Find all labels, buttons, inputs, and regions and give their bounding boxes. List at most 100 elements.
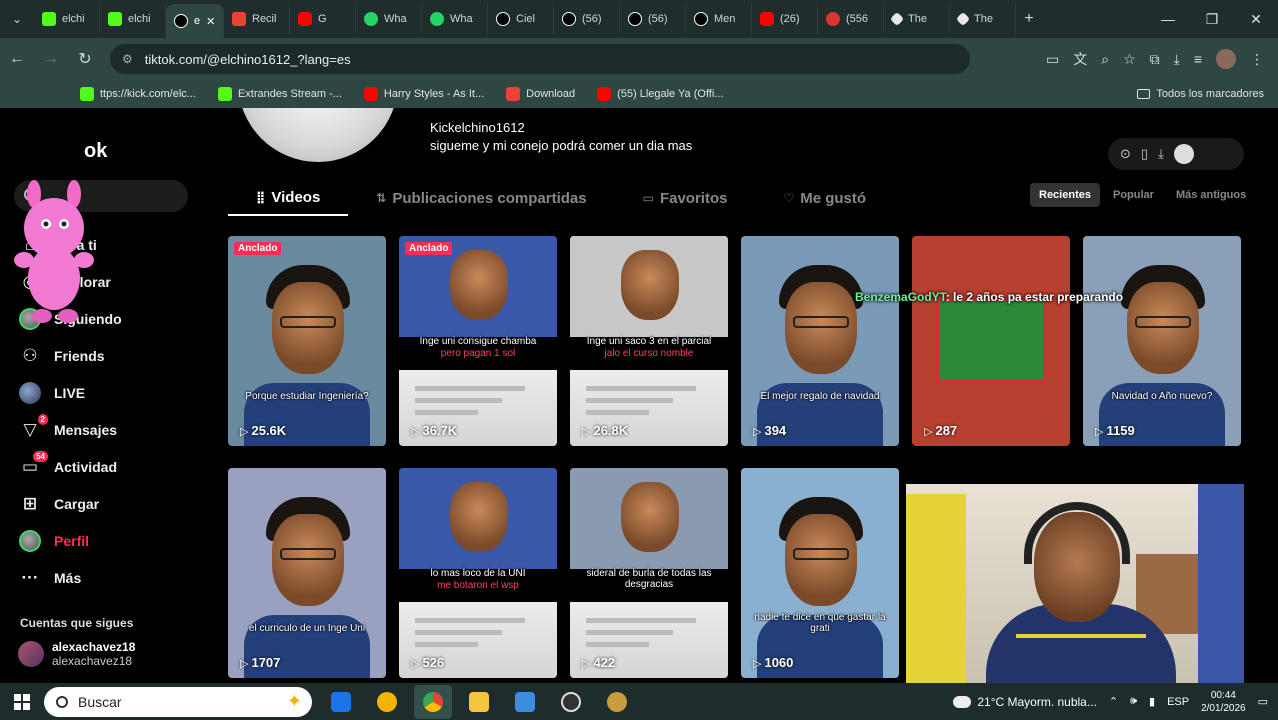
bookmark-item[interactable]: Extrandes Stream -...	[217, 87, 342, 101]
reload-button[interactable]: ↻	[68, 49, 102, 69]
thumbnail-person	[620, 250, 679, 321]
thumbnail-person	[272, 514, 345, 607]
profile-picture[interactable]	[238, 108, 398, 162]
league-app-icon[interactable]	[598, 685, 636, 719]
video-card[interactable]: Anclado Inge uni consigue chamba pero paga…	[399, 236, 557, 446]
bookmark-star-icon[interactable]: ☆	[1123, 51, 1136, 68]
browser-tab[interactable]: Ciel	[488, 4, 554, 34]
bookmark-item[interactable]: Download	[506, 87, 575, 101]
browser-tab[interactable]: Men	[686, 4, 752, 34]
obs-app-icon[interactable]	[552, 685, 590, 719]
tab-publicaciones-compartidas[interactable]: ⇅ Publicaciones compartidas	[348, 180, 614, 216]
extensions-icon[interactable]: ⧉	[1150, 51, 1160, 68]
video-card[interactable]: sideral de burla de todas las desgracias…	[570, 468, 728, 678]
browser-tab[interactable]: (556	[818, 4, 884, 34]
sort-option[interactable]: Recientes	[1030, 183, 1100, 207]
browser-tab[interactable]: (26)	[752, 4, 818, 34]
video-card[interactable]: el curriculo de un Inge Uni ▷ 1707	[228, 468, 386, 678]
browser-tab[interactable]: Recil	[224, 4, 290, 34]
tab-label: (556	[846, 13, 869, 25]
tab-favicon-icon	[562, 12, 576, 26]
bookmark-item[interactable]: ttps://kick.com/elc...	[80, 87, 196, 101]
medal-app-icon[interactable]	[368, 685, 406, 719]
volume-icon[interactable]: 🕪	[1130, 695, 1137, 708]
browser-tab[interactable]: G	[290, 4, 356, 34]
outlook-app-icon[interactable]	[322, 685, 360, 719]
pinned-badge: Anclado	[405, 242, 453, 255]
sidebar-item-perfil[interactable]: Perfil	[18, 522, 122, 559]
forward-button[interactable]: →	[34, 50, 68, 68]
weather-widget[interactable]: 21°C Mayorm. nubla...	[949, 690, 1097, 709]
notification-badge: 2	[37, 413, 48, 425]
tab-me-gust-[interactable]: ♡ Me gustó	[755, 180, 894, 216]
microphone-icon[interactable]: ▮	[1149, 695, 1155, 708]
zoom-icon[interactable]: ⌕	[1101, 51, 1109, 68]
browser-tab[interactable]: (56)	[554, 4, 620, 34]
sidebar-item-live[interactable]: LIVE	[18, 374, 122, 411]
following-account[interactable]: alexachavez18 alexachavez18	[18, 640, 135, 668]
file-explorer-icon[interactable]	[460, 685, 498, 719]
taskbar-search-input[interactable]: Buscar ✦	[44, 686, 312, 717]
video-card[interactable]: ▷ 287	[912, 236, 1070, 446]
browser-tab[interactable]: The	[884, 4, 950, 34]
settings-icon[interactable]: ⊙	[1120, 146, 1131, 162]
tab-favoritos[interactable]: ▭ Favoritos	[615, 180, 756, 216]
video-card[interactable]: Navidad o Año nuevo? ▷ 1159	[1083, 236, 1241, 446]
language-indicator[interactable]: ESP	[1167, 696, 1189, 708]
download-icon[interactable]: ⤓	[1174, 51, 1180, 68]
browser-tab[interactable]: elchi	[100, 4, 166, 34]
chrome-app-icon[interactable]	[414, 684, 452, 719]
sidebar-item-cargar[interactable]: ⊞ Cargar	[18, 485, 122, 522]
translate-icon[interactable]: 文	[1073, 49, 1087, 69]
profile-avatar[interactable]	[1216, 49, 1236, 69]
browser-tab[interactable]: The	[950, 4, 1016, 34]
close-window-button[interactable]: ✕	[1234, 0, 1278, 38]
site-info-icon[interactable]: ⚙	[122, 52, 133, 66]
notification-icon[interactable]: ▭	[1258, 695, 1268, 708]
browser-tab[interactable]: elchi	[34, 4, 100, 34]
video-card[interactable]: El mejor regalo de navidad ▷ 394	[741, 236, 899, 446]
sidebar-item-friends[interactable]: ⚇ Friends	[18, 337, 122, 374]
bookmark-item[interactable]: (55) Llegale Ya (Offi...	[597, 87, 723, 101]
sort-option[interactable]: Popular	[1104, 183, 1163, 207]
video-card[interactable]: lo mas loco de la UNI me botaron el wsp ▷ 5…	[399, 468, 557, 678]
webcam-jersey-stripe	[1016, 634, 1146, 638]
close-tab-icon[interactable]: ✕	[206, 15, 215, 28]
account-avatar[interactable]	[1173, 144, 1194, 164]
video-card[interactable]: Inge uni saco 3 en el parcial jalo el cur…	[570, 236, 728, 446]
play-icon: ▷	[924, 426, 933, 438]
tab-videos[interactable]: ⣿ Videos	[228, 180, 349, 216]
minimize-button[interactable]: —	[1146, 0, 1190, 38]
media-control-icon[interactable]: ≡	[1194, 51, 1202, 67]
video-card[interactable]: nadie te dice en que gastar la grati ▷ 106…	[741, 468, 899, 678]
sidebar-item-m-s[interactable]: ··· Más	[18, 559, 122, 596]
taskbar-apps	[322, 684, 636, 719]
browser-tab[interactable]: Wha	[422, 4, 488, 34]
start-button[interactable]	[0, 693, 44, 710]
tiktok-logo[interactable]: ok	[84, 140, 107, 163]
download-icon[interactable]: ⤓	[1158, 146, 1164, 162]
browser-tab[interactable]: Wha	[356, 4, 422, 34]
video-card[interactable]: Anclado Porque estudiar Ingeniería? ▷ 25.6K	[228, 236, 386, 446]
sidebar-item-mensajes[interactable]: ▽ 2 Mensajes	[18, 411, 122, 448]
cast-icon[interactable]: ▭	[1046, 51, 1059, 68]
bookmark-item[interactable]: Harry Styles - As It...	[363, 87, 485, 101]
sidebar-item-actividad[interactable]: ▭ 54 Actividad	[18, 448, 122, 485]
weather-text: 21°C Mayorm. nubla...	[977, 694, 1097, 709]
tab-search-menu[interactable]: ⌄	[0, 0, 34, 38]
new-tab-button[interactable]: +	[1016, 10, 1042, 28]
kebab-menu-icon[interactable]: ⋮	[1250, 51, 1264, 68]
clock[interactable]: 00:44 2/01/2026	[1201, 689, 1246, 715]
tray-chevron-icon[interactable]: ⌃	[1109, 695, 1118, 708]
url-input[interactable]: ⚙ tiktok.com/@elchino1612_?lang=es	[110, 44, 970, 74]
browser-tab[interactable]: (56)	[620, 4, 686, 34]
maximize-button[interactable]: ❐	[1190, 0, 1234, 38]
back-button[interactable]: ←	[0, 50, 34, 68]
all-bookmarks-button[interactable]: Todos los marcadores	[1137, 88, 1264, 100]
browser-tab[interactable]: e ✕	[166, 4, 224, 38]
bookmark-icon[interactable]: ▯	[1141, 146, 1148, 162]
sort-option[interactable]: Más antiguos	[1167, 183, 1255, 207]
store-app-icon[interactable]	[506, 685, 544, 719]
bookmark-label: Harry Styles - As It...	[383, 88, 485, 100]
tab-label: The	[974, 13, 993, 25]
